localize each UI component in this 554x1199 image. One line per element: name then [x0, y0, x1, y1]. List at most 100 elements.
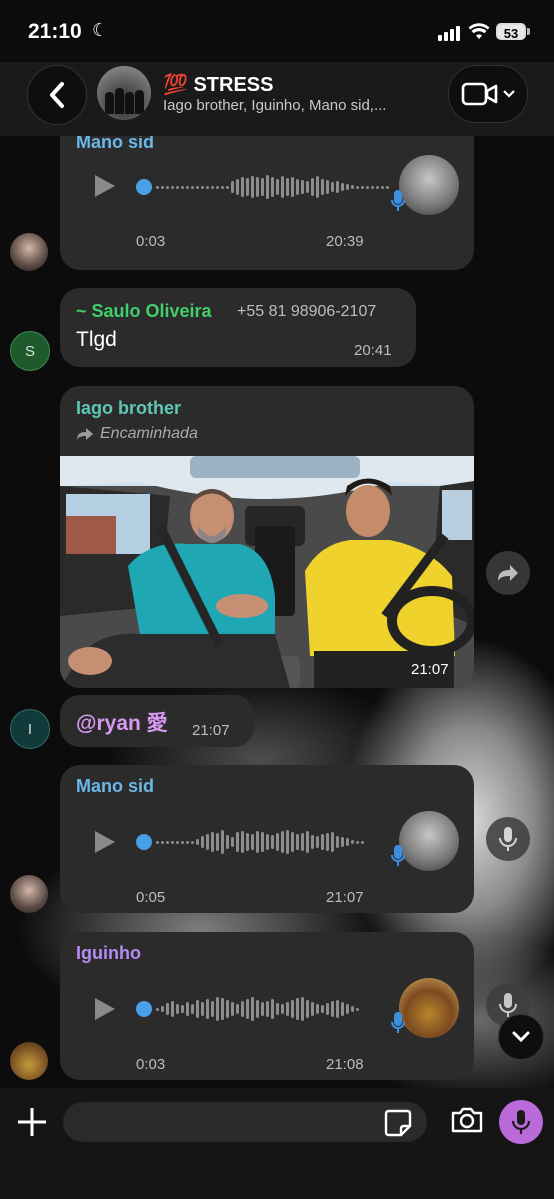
- waveform-bar: [166, 1003, 169, 1015]
- voice-message[interactable]: Mano sid 0:05 21:07: [60, 765, 474, 913]
- playback-position[interactable]: [136, 179, 152, 195]
- waveform-bar: [311, 835, 314, 849]
- waveform-bar: [261, 178, 264, 196]
- waveform-bar: [181, 1005, 184, 1013]
- waveform-bar: [261, 832, 264, 852]
- voice-message[interactable]: Iguinho 0:03 21:08: [60, 932, 474, 1080]
- waveform-bar: [296, 179, 299, 195]
- status-time: 21:10: [28, 20, 82, 43]
- signal-icon: [438, 25, 460, 41]
- sender-avatar[interactable]: S: [10, 331, 50, 371]
- message-photo[interactable]: 21:07: [60, 456, 474, 688]
- mic-icon: [391, 845, 405, 866]
- sticker-icon[interactable]: [384, 1109, 412, 1137]
- play-icon[interactable]: [95, 998, 115, 1020]
- waveform-bar: [206, 999, 209, 1019]
- waveform-bar: [346, 838, 349, 846]
- message-list[interactable]: Mano sid 0:03 20:39 ~ Saulo Oliveira +55…: [0, 136, 554, 1088]
- sender-avatar[interactable]: [10, 233, 48, 271]
- waveform-bar: [226, 835, 229, 849]
- playback-position[interactable]: [136, 834, 152, 850]
- transcribe-button[interactable]: [486, 817, 530, 861]
- waveform-bar: [251, 997, 254, 1021]
- waveform-bar: [286, 830, 289, 854]
- waveform-bar: [221, 830, 224, 854]
- waveform-bar: [361, 840, 364, 844]
- plus-icon[interactable]: [14, 1104, 50, 1140]
- waveform-bar: [176, 1004, 179, 1014]
- car-selfie-image: [60, 456, 474, 688]
- waveform-bar: [156, 185, 159, 189]
- waveform-bar: [336, 836, 339, 848]
- waveform-bar: [296, 834, 299, 850]
- waveform-bar: [336, 1000, 339, 1018]
- group-avatar[interactable]: [97, 66, 151, 120]
- waveform-bar: [316, 176, 319, 198]
- avatar-letter: S: [24, 342, 35, 360]
- waveform[interactable]: [156, 826, 364, 858]
- waveform-bar: [206, 834, 209, 850]
- sender-avatar[interactable]: [10, 875, 48, 913]
- waveform-bar: [281, 176, 284, 198]
- waveform[interactable]: [156, 171, 389, 203]
- forward-button[interactable]: [486, 551, 530, 595]
- mention-message[interactable]: @ryan 愛 21:07: [60, 695, 254, 747]
- waveform-bar: [241, 177, 244, 197]
- voice-sender-avatar: [399, 811, 459, 871]
- waveform-bar: [186, 840, 189, 844]
- sender-phone: +55 81 98906-2107: [237, 303, 377, 320]
- waveform-bar: [331, 182, 334, 192]
- voice-message[interactable]: Mano sid 0:03 20:39: [60, 136, 474, 270]
- voice-sender-avatar: [399, 978, 459, 1038]
- waveform-bar: [211, 185, 214, 189]
- waveform-bar: [241, 831, 244, 853]
- play-icon[interactable]: [95, 831, 115, 853]
- voice-duration: 0:05: [136, 889, 166, 906]
- camera-icon[interactable]: [450, 1106, 484, 1134]
- waveform-bar: [191, 840, 194, 844]
- waveform-bar: [286, 178, 289, 196]
- group-name: STRESS: [193, 74, 274, 96]
- sender-name: Iago brother: [76, 398, 182, 418]
- mention-text[interactable]: @ryan 愛: [76, 707, 168, 737]
- message-time: 21:07: [326, 889, 364, 906]
- waveform-bar: [181, 185, 184, 189]
- moon-icon: ☾: [92, 20, 109, 40]
- waveform-bar: [236, 1004, 239, 1014]
- waveform-bar: [181, 840, 184, 844]
- playback-position[interactable]: [136, 1001, 152, 1017]
- waveform-bar: [306, 181, 309, 193]
- waveform-bar: [311, 178, 314, 196]
- message-input[interactable]: [63, 1102, 427, 1142]
- record-voice-button[interactable]: [499, 1100, 543, 1144]
- sender-name: Iguinho: [76, 943, 141, 963]
- play-icon[interactable]: [95, 175, 115, 197]
- sender-avatar[interactable]: I: [10, 709, 50, 749]
- waveform-bar: [306, 1000, 309, 1018]
- message-time: 20:39: [326, 233, 364, 250]
- group-title[interactable]: 💯 STRESS: [163, 72, 274, 97]
- waveform-bar: [311, 1002, 314, 1016]
- chevron-left-icon: [50, 82, 64, 108]
- waveform-bar: [196, 185, 199, 189]
- waveform-bar: [196, 1000, 199, 1018]
- waveform-bar: [356, 1007, 359, 1011]
- waveform-bar: [271, 177, 274, 197]
- text-message[interactable]: ~ Saulo Oliveira +55 81 98906-2107 Tlgd …: [60, 288, 416, 367]
- waveform-bar: [351, 185, 354, 189]
- waveform-bar: [246, 833, 249, 851]
- back-button[interactable]: [27, 65, 87, 125]
- waveform[interactable]: [156, 993, 359, 1025]
- waveform-bar: [316, 1004, 319, 1014]
- waveform-bar: [341, 1002, 344, 1016]
- sender-name: Mano sid: [76, 776, 155, 796]
- status-bar: 21:10 ☾ 53: [0, 0, 554, 62]
- sender-avatar[interactable]: [10, 1042, 48, 1080]
- waveform-bar: [221, 998, 224, 1020]
- waveform-bar: [236, 832, 239, 852]
- waveform-bar: [161, 1006, 164, 1012]
- mic-icon: [499, 827, 517, 851]
- scroll-to-bottom-button[interactable]: [498, 1014, 544, 1060]
- video-call-button[interactable]: [448, 65, 528, 123]
- sender-name: Mano sid: [76, 136, 155, 152]
